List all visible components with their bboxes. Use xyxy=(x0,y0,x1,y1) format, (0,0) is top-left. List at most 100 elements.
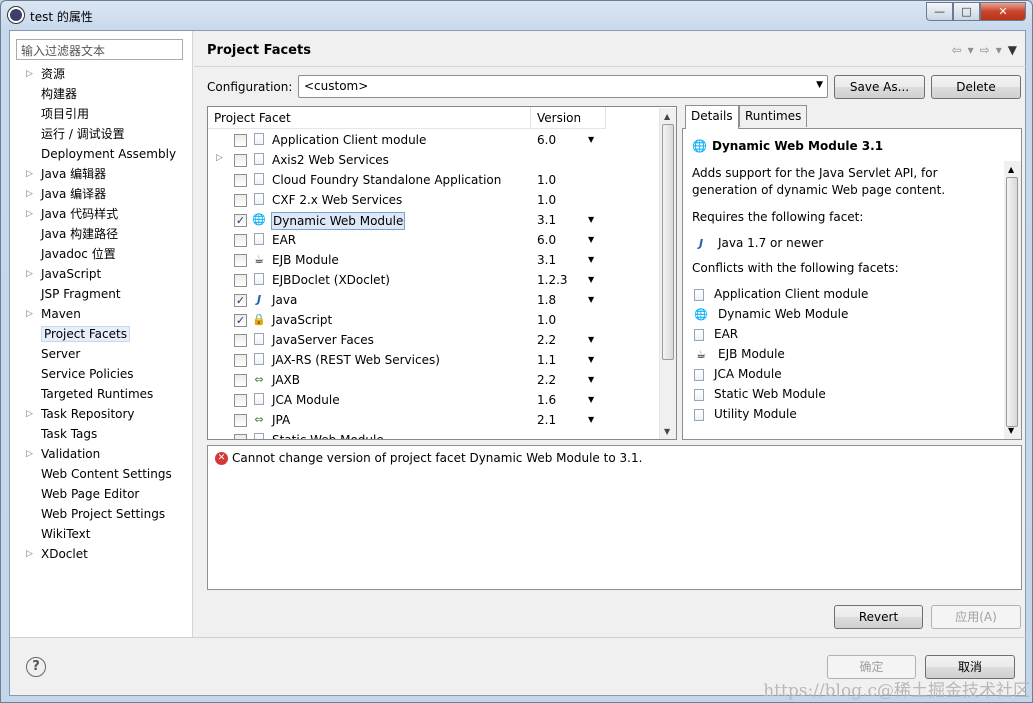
tree-item[interactable]: ▷ Java 编译器 xyxy=(10,184,193,204)
facet-version[interactable]: 2.2 xyxy=(537,372,556,388)
facet-checkbox[interactable] xyxy=(234,134,247,147)
tree-item[interactable]: WikiText xyxy=(10,524,193,544)
expand-arrow-icon[interactable]: ▷ xyxy=(216,153,223,163)
tree-item[interactable]: JSP Fragment xyxy=(10,284,193,304)
scroll-down-icon[interactable]: ▼ xyxy=(1008,426,1014,435)
facet-version[interactable]: 6.0 xyxy=(537,232,556,248)
scroll-down-icon[interactable]: ▼ xyxy=(664,427,670,436)
facet-scrollbar[interactable]: ▲ ▼ xyxy=(659,108,676,439)
tree-item[interactable]: ▷ Java 代码样式 xyxy=(10,204,193,224)
facet-row[interactable]: EJBDoclet (XDoclet) 1.2.3 ▼ xyxy=(208,270,660,290)
scroll-up-icon[interactable]: ▲ xyxy=(1008,165,1014,174)
version-dropdown-icon[interactable]: ▼ xyxy=(588,392,594,408)
facet-checkbox[interactable] xyxy=(234,274,247,287)
version-column-header[interactable]: Version xyxy=(531,107,606,129)
tree-item[interactable]: Deployment Assembly xyxy=(10,144,193,164)
delete-button[interactable]: Delete xyxy=(931,75,1021,99)
scroll-up-icon[interactable]: ▲ xyxy=(664,112,670,121)
maximize-button[interactable]: □ xyxy=(953,2,980,21)
version-dropdown-icon[interactable]: ▼ xyxy=(588,412,594,428)
scroll-thumb[interactable] xyxy=(1006,177,1018,427)
version-dropdown-icon[interactable]: ▼ xyxy=(588,372,594,388)
tree-item[interactable]: ▷ XDoclet xyxy=(10,544,193,564)
view-menu-icon[interactable]: ▼ xyxy=(1008,43,1017,57)
tree-item[interactable]: ▷ Java 编辑器 xyxy=(10,164,193,184)
facet-version[interactable]: 3.1 xyxy=(537,252,556,268)
facet-version[interactable]: 1.8 xyxy=(537,292,556,308)
back-arrow-icon[interactable]: ⇦ xyxy=(952,43,962,57)
tree-item[interactable]: 项目引用 xyxy=(10,104,193,124)
facet-checkbox[interactable] xyxy=(234,174,247,187)
facet-checkbox[interactable] xyxy=(234,434,247,439)
facet-version[interactable]: 1.6 xyxy=(537,392,556,408)
tree-item[interactable]: Task Tags xyxy=(10,424,193,444)
facet-checkbox[interactable] xyxy=(234,414,247,427)
facet-row[interactable]: ✓ 🔒 JavaScript 1.0 xyxy=(208,310,660,330)
facet-row[interactable]: JavaServer Faces 2.2 ▼ xyxy=(208,330,660,350)
close-button[interactable]: ✕ xyxy=(980,2,1026,21)
facet-version[interactable]: 2.2 xyxy=(537,332,556,348)
tree-item[interactable]: Java 构建路径 xyxy=(10,224,193,244)
facet-row[interactable]: ⇔ JPA 2.1 ▼ xyxy=(208,410,660,430)
help-icon[interactable]: ? xyxy=(26,657,46,677)
facet-version[interactable]: 1.0 xyxy=(537,312,556,328)
tree-item[interactable]: Project Facets xyxy=(10,324,193,344)
expand-arrow-icon[interactable]: ▷ xyxy=(26,264,33,284)
facet-version[interactable]: 3.1 xyxy=(537,212,556,228)
tree-item[interactable]: Service Policies xyxy=(10,364,193,384)
facet-version[interactable]: 1.0 xyxy=(537,172,556,188)
minimize-button[interactable]: — xyxy=(926,2,953,21)
facet-row[interactable]: JCA Module 1.6 ▼ xyxy=(208,390,660,410)
tree-item[interactable]: ▷ Validation xyxy=(10,444,193,464)
facet-row[interactable]: Cloud Foundry Standalone Application 1.0 xyxy=(208,170,660,190)
expand-arrow-icon[interactable]: ▷ xyxy=(26,544,33,564)
filter-input[interactable]: 输入过滤器文本 xyxy=(16,39,183,60)
facet-row[interactable]: EAR 6.0 ▼ xyxy=(208,230,660,250)
scroll-thumb[interactable] xyxy=(662,124,674,360)
version-dropdown-icon[interactable]: ▼ xyxy=(588,332,594,348)
version-dropdown-icon[interactable]: ▼ xyxy=(588,212,594,228)
details-scrollbar[interactable]: ▲ ▼ xyxy=(1004,161,1021,439)
facet-row[interactable]: ✓ 🌐 Dynamic Web Module 3.1 ▼ xyxy=(208,210,660,230)
expand-arrow-icon[interactable]: ▷ xyxy=(26,64,33,84)
expand-arrow-icon[interactable]: ▷ xyxy=(26,204,33,224)
back-menu-icon[interactable]: ▾ xyxy=(968,43,974,57)
tree-item[interactable]: Web Project Settings xyxy=(10,504,193,524)
facet-row[interactable]: Application Client module 6.0 ▼ xyxy=(208,130,660,150)
facet-version[interactable]: 1.0 xyxy=(537,192,556,208)
revert-button[interactable]: Revert xyxy=(834,605,923,629)
tree-item[interactable]: ▷ Maven xyxy=(10,304,193,324)
version-dropdown-icon[interactable]: ▼ xyxy=(588,252,594,268)
expand-arrow-icon[interactable]: ▷ xyxy=(26,164,33,184)
facet-checkbox[interactable] xyxy=(234,334,247,347)
tree-item[interactable]: ▷ JavaScript xyxy=(10,264,193,284)
save-as-button[interactable]: Save As... xyxy=(834,75,925,99)
version-dropdown-icon[interactable]: ▼ xyxy=(588,352,594,368)
forward-arrow-icon[interactable]: ⇨ xyxy=(980,43,990,57)
facet-checkbox[interactable]: ✓ xyxy=(234,214,247,227)
facet-checkbox[interactable]: ✓ xyxy=(234,314,247,327)
tree-item[interactable]: Targeted Runtimes xyxy=(10,384,193,404)
tree-item[interactable]: Javadoc 位置 xyxy=(10,244,193,264)
facet-column-header[interactable]: Project Facet xyxy=(208,107,531,129)
tree-item[interactable]: ▷ Task Repository xyxy=(10,404,193,424)
tree-item[interactable]: Server xyxy=(10,344,193,364)
facet-version[interactable]: 1.1 xyxy=(537,352,556,368)
facet-version[interactable]: 1.2.3 xyxy=(537,272,568,288)
tree-item[interactable]: Web Content Settings xyxy=(10,464,193,484)
configuration-select[interactable]: <custom> ▼ xyxy=(298,75,828,98)
facet-row[interactable]: CXF 2.x Web Services 1.0 xyxy=(208,190,660,210)
forward-menu-icon[interactable]: ▾ xyxy=(996,43,1002,57)
facet-checkbox[interactable] xyxy=(234,154,247,167)
facet-row[interactable]: JAX-RS (REST Web Services) 1.1 ▼ xyxy=(208,350,660,370)
version-dropdown-icon[interactable]: ▼ xyxy=(588,272,594,288)
tree-item[interactable]: 运行 / 调试设置 xyxy=(10,124,193,144)
facet-row[interactable]: ☕ EJB Module 3.1 ▼ xyxy=(208,250,660,270)
facet-checkbox[interactable] xyxy=(234,354,247,367)
facet-checkbox[interactable] xyxy=(234,234,247,247)
facet-version[interactable]: 6.0 xyxy=(537,132,556,148)
facet-row[interactable]: ▷ Axis2 Web Services xyxy=(208,150,660,170)
version-dropdown-icon[interactable]: ▼ xyxy=(588,232,594,248)
apply-button[interactable]: 应用(A) xyxy=(931,605,1021,629)
version-dropdown-icon[interactable]: ▼ xyxy=(588,132,594,148)
